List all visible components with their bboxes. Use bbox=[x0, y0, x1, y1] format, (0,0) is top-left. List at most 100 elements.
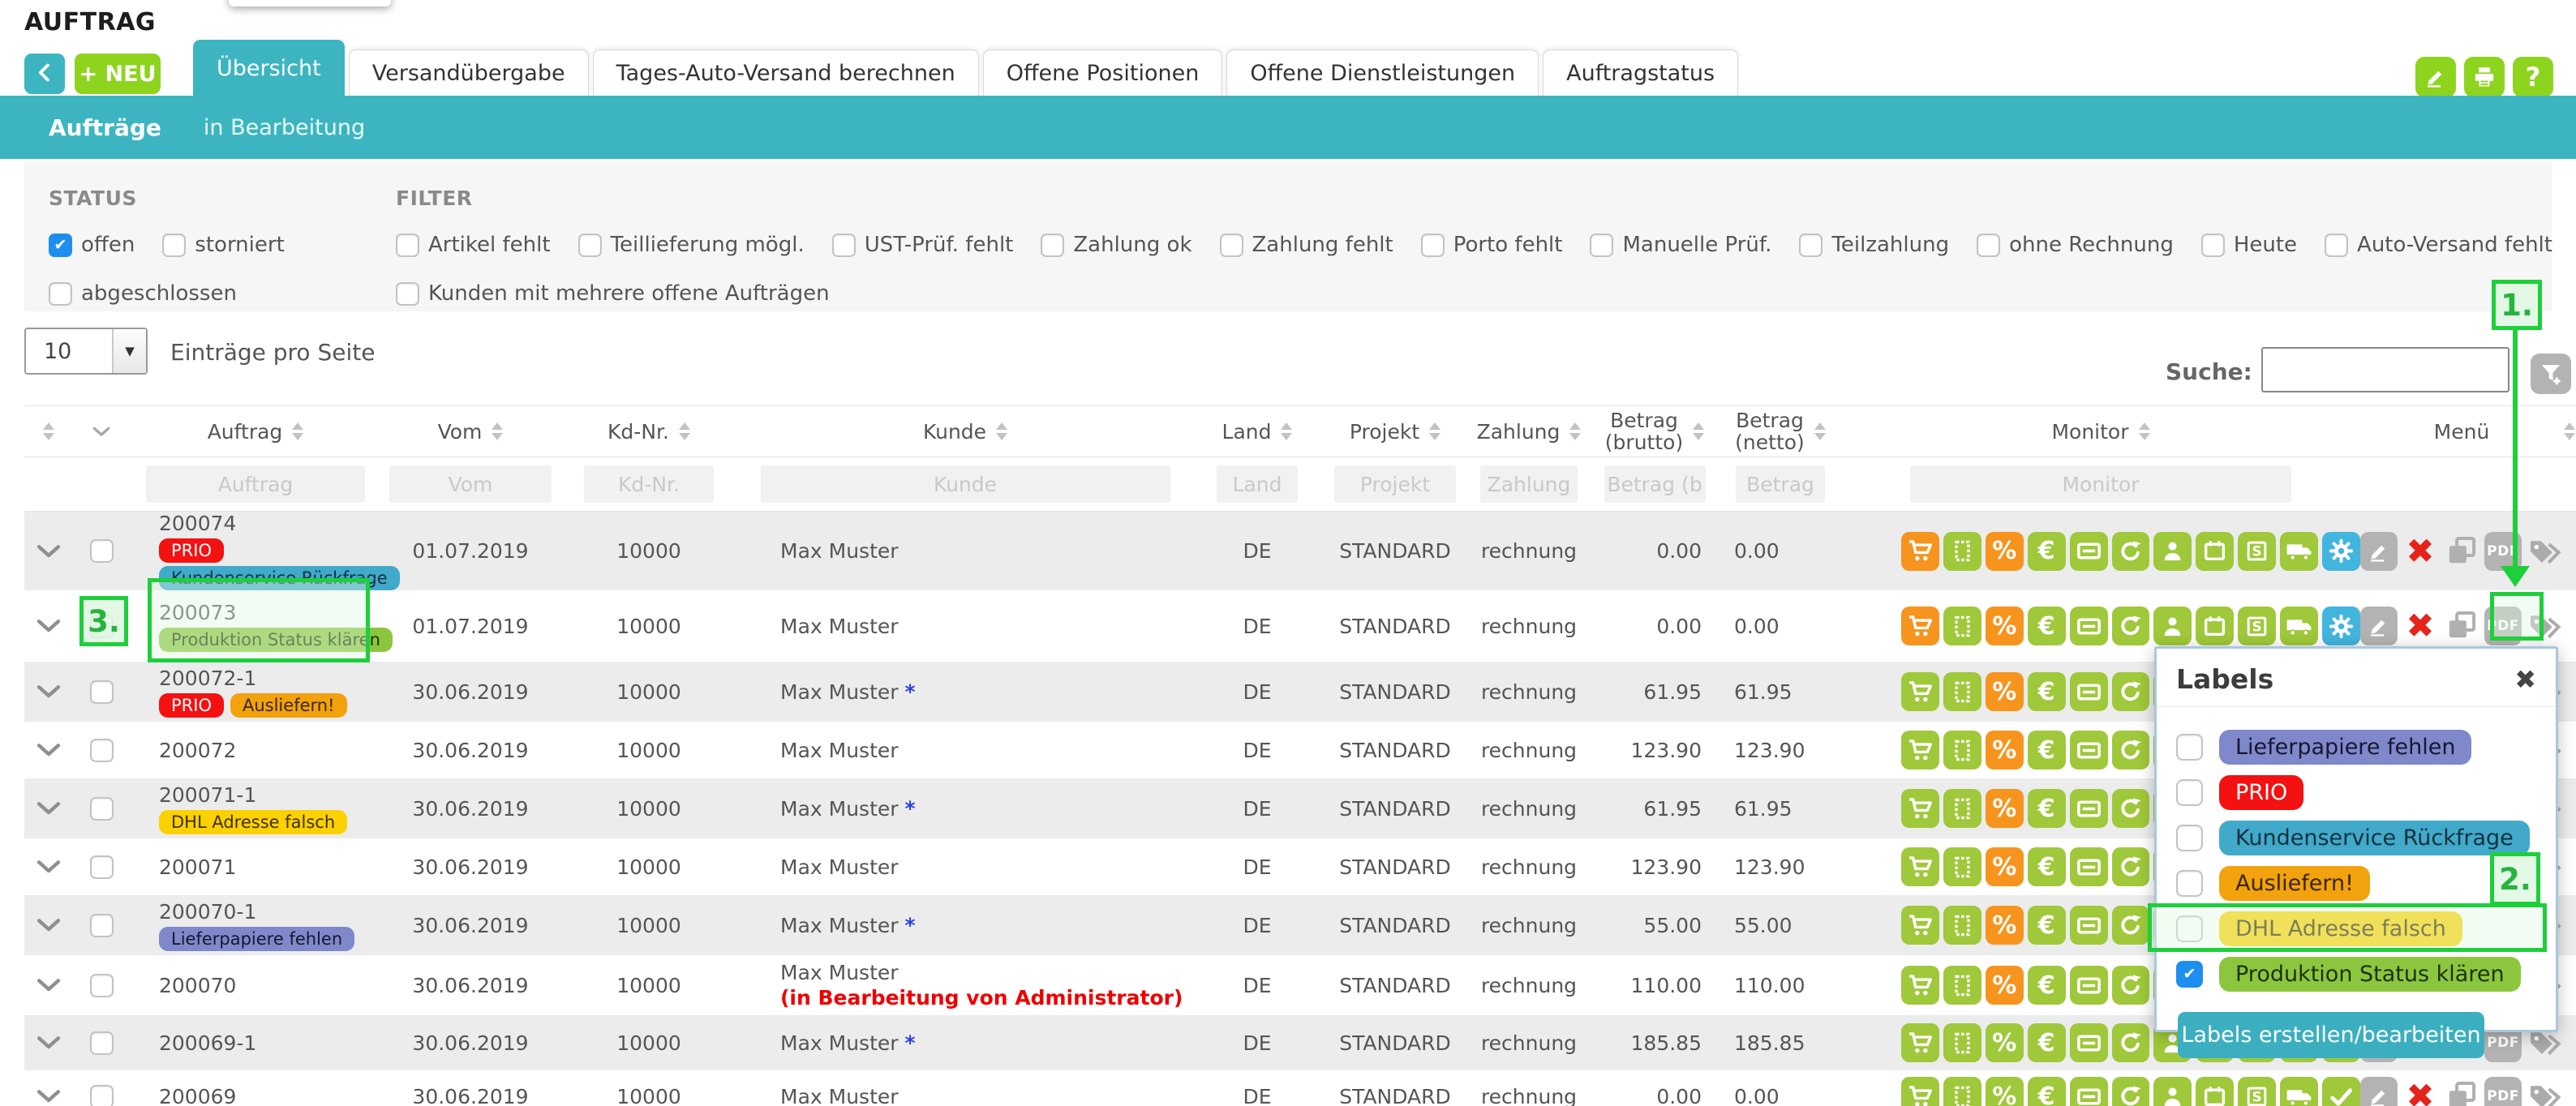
checkbox-teillieferung-mögl-[interactable]: Teillieferung mögl. bbox=[578, 233, 805, 257]
new-button[interactable]: + NEU bbox=[75, 54, 161, 94]
sort-icon[interactable] bbox=[679, 422, 690, 440]
monitor-calendar-icon[interactable] bbox=[2196, 1077, 2234, 1106]
sort-icon[interactable] bbox=[996, 422, 1007, 440]
edit-icon[interactable] bbox=[2360, 532, 2398, 571]
monitor-euro-icon[interactable]: € bbox=[2028, 672, 2066, 711]
sort-icon[interactable] bbox=[292, 422, 303, 440]
checkbox-ohne-rechnung[interactable]: ohne Rechnung bbox=[1977, 233, 2174, 257]
monitor-stamp-icon[interactable] bbox=[1943, 789, 1981, 828]
monitor-percent-icon[interactable]: % bbox=[1986, 906, 2024, 945]
order-number[interactable]: 200070 bbox=[159, 974, 236, 997]
monitor-percent-icon[interactable]: % bbox=[1986, 1077, 2024, 1106]
monitor-refresh-icon[interactable] bbox=[2112, 607, 2150, 645]
column-header-extra[interactable] bbox=[2563, 406, 2576, 457]
row-select-checkbox[interactable] bbox=[90, 855, 114, 879]
filter-add-icon[interactable] bbox=[2531, 354, 2571, 394]
column-filter-kunde[interactable]: Kunde bbox=[761, 465, 1170, 503]
checkbox-icon[interactable] bbox=[1041, 234, 1064, 257]
checkbox-icon[interactable] bbox=[1421, 234, 1445, 257]
delete-icon[interactable]: ✖ bbox=[2402, 1077, 2439, 1106]
labels-icon[interactable] bbox=[2526, 1077, 2563, 1106]
monitor-invoice-icon[interactable]: S bbox=[2238, 532, 2276, 571]
row-select-checkbox[interactable] bbox=[90, 680, 114, 704]
column-header-kd[interactable]: Kd-Nr. bbox=[560, 406, 738, 457]
delete-icon[interactable]: ✖ bbox=[2402, 607, 2439, 645]
column-filter-projekt[interactable]: Projekt bbox=[1334, 465, 1456, 503]
monitor-invoice-icon[interactable]: S bbox=[2238, 1077, 2276, 1106]
monitor-percent-icon[interactable]: % bbox=[1986, 607, 2024, 645]
monitor-truck-icon[interactable] bbox=[2280, 1077, 2318, 1106]
tab-auftragstatus[interactable]: Auftragstatus bbox=[1543, 49, 1738, 96]
monitor-invoice-icon[interactable]: S bbox=[2238, 607, 2276, 645]
edit-icon[interactable] bbox=[2360, 1077, 2398, 1106]
monitor-cart-icon[interactable] bbox=[1901, 672, 1939, 711]
monitor-percent-icon[interactable]: % bbox=[1986, 789, 2024, 828]
column-filter-brutto[interactable]: Betrag (b bbox=[1604, 465, 1706, 503]
tab-tages-auto-versand-berechnen[interactable]: Tages-Auto-Versand berechnen bbox=[593, 49, 979, 96]
checkbox-icon[interactable] bbox=[578, 234, 602, 257]
checkbox-icon[interactable] bbox=[1799, 234, 1823, 257]
column-filter-vom[interactable]: Vom bbox=[389, 465, 552, 503]
checkbox-icon[interactable] bbox=[2201, 234, 2225, 257]
expand-row-icon[interactable] bbox=[24, 544, 73, 559]
monitor-person-icon[interactable] bbox=[2153, 532, 2192, 571]
monitor-cart-icon[interactable] bbox=[1901, 906, 1939, 945]
monitor-cart-icon[interactable] bbox=[1901, 789, 1939, 828]
order-number[interactable]: 200072-1 bbox=[159, 667, 256, 690]
expand-row-icon[interactable] bbox=[24, 619, 73, 633]
order-number[interactable]: 200069-1 bbox=[159, 1031, 256, 1055]
checkbox-abgeschlossen[interactable]: abgeschlossen bbox=[49, 281, 237, 306]
monitor-refresh-icon[interactable] bbox=[2112, 789, 2150, 828]
monitor-stamp-icon[interactable] bbox=[1943, 731, 1981, 769]
sort-icon[interactable] bbox=[1693, 422, 1704, 440]
monitor-stamp-icon[interactable] bbox=[1943, 966, 1981, 1005]
monitor-gear-icon[interactable] bbox=[2322, 607, 2360, 645]
column-header-vom[interactable]: Vom bbox=[381, 406, 560, 457]
row-select-checkbox[interactable] bbox=[90, 1085, 114, 1106]
monitor-person-icon[interactable] bbox=[2153, 1077, 2192, 1106]
order-number[interactable]: 200074 bbox=[159, 512, 236, 535]
column-header-land[interactable]: Land bbox=[1192, 406, 1322, 457]
sort-icon[interactable] bbox=[2564, 422, 2575, 440]
copy-icon[interactable] bbox=[2443, 1077, 2480, 1106]
column-filter-netto[interactable]: Betrag bbox=[1736, 465, 1825, 503]
monitor-stamp-icon[interactable] bbox=[1943, 607, 1981, 645]
order-number[interactable]: 200071-1 bbox=[159, 783, 256, 807]
row-select-checkbox[interactable] bbox=[90, 914, 114, 937]
monitor-check-icon[interactable] bbox=[2322, 1077, 2360, 1106]
monitor-card-icon[interactable] bbox=[2070, 532, 2108, 571]
monitor-refresh-icon[interactable] bbox=[2112, 672, 2150, 711]
monitor-cart-icon[interactable] bbox=[1901, 1077, 1939, 1106]
monitor-cart-icon[interactable] bbox=[1901, 607, 1939, 645]
expand-row-icon[interactable] bbox=[24, 1035, 73, 1050]
column-filter-monitor[interactable]: Monitor bbox=[1910, 465, 2291, 503]
monitor-truck-icon[interactable] bbox=[2280, 532, 2318, 571]
checkbox-icon[interactable] bbox=[2176, 870, 2203, 897]
monitor-cart-icon[interactable] bbox=[1901, 731, 1939, 769]
monitor-euro-icon[interactable]: € bbox=[2028, 607, 2066, 645]
checkbox-porto-fehlt[interactable]: Porto fehlt bbox=[1421, 233, 1563, 257]
checkbox-icon[interactable] bbox=[49, 282, 72, 306]
label-option-produktion-status-klären[interactable]: ✔Produktion Status klären bbox=[2176, 955, 2536, 992]
checkbox-manuelle-prüf-[interactable]: Manuelle Prüf. bbox=[1590, 233, 1771, 257]
monitor-percent-icon[interactable]: % bbox=[1986, 672, 2024, 711]
checkbox-icon[interactable] bbox=[162, 234, 186, 257]
label-option-lieferpapiere-fehlen[interactable]: Lieferpapiere fehlen bbox=[2176, 728, 2536, 765]
monitor-card-icon[interactable] bbox=[2070, 847, 2108, 886]
checkbox-icon[interactable] bbox=[1220, 234, 1243, 257]
monitor-card-icon[interactable] bbox=[2070, 789, 2108, 828]
sort-icon[interactable] bbox=[1814, 422, 1826, 440]
column-header-brutto[interactable]: Betrag(brutto) bbox=[1590, 406, 1719, 457]
monitor-cart-icon[interactable] bbox=[1901, 966, 1939, 1005]
checkbox-checked-icon[interactable]: ✔ bbox=[2176, 961, 2203, 988]
checkbox-checked-icon[interactable]: ✔ bbox=[49, 234, 72, 257]
monitor-stamp-icon[interactable] bbox=[1943, 1023, 1981, 1062]
monitor-euro-icon[interactable]: € bbox=[2028, 1023, 2066, 1062]
monitor-stamp-icon[interactable] bbox=[1943, 906, 1981, 945]
row-select-checkbox[interactable] bbox=[90, 539, 114, 563]
back-button[interactable] bbox=[24, 54, 65, 94]
sort-icon[interactable] bbox=[492, 422, 503, 440]
label-option-ausliefern-[interactable]: Ausliefern! bbox=[2176, 864, 2536, 902]
monitor-calendar-icon[interactable] bbox=[2196, 532, 2234, 571]
monitor-cart-icon[interactable] bbox=[1901, 532, 1939, 571]
